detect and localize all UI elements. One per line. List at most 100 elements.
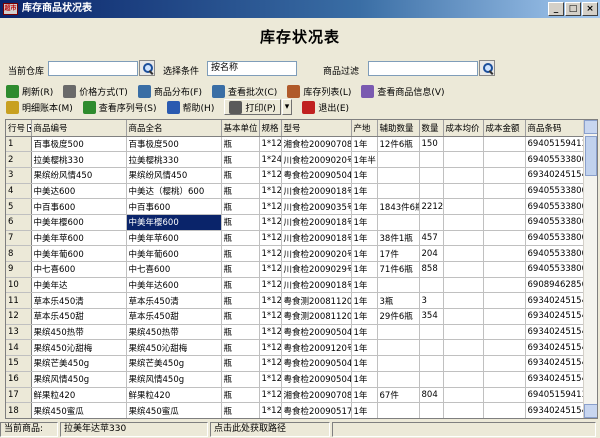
table-cell[interactable]: 38件1瓶 xyxy=(377,230,420,247)
table-cell[interactable]: 果缤纷风情450 xyxy=(31,167,127,184)
table-cell[interactable]: 1*12 xyxy=(259,183,282,200)
row-selector-icon[interactable] xyxy=(27,124,31,133)
table-cell[interactable]: 6940553380048 xyxy=(525,230,585,247)
table-cell[interactable]: 果缤芒美450g xyxy=(126,355,222,372)
table-cell[interactable]: 6940553380062 xyxy=(525,261,585,278)
table-cell[interactable]: 1年 xyxy=(351,230,378,247)
table-cell[interactable] xyxy=(443,214,484,231)
table-row[interactable]: 8 中美年葡600 中美年葡600 瓶 1*12 川食检2009020号 1年 17件 204 6… xyxy=(6,245,585,262)
maximize-button[interactable]: □ xyxy=(565,2,581,16)
table-cell[interactable]: 6940553380031 xyxy=(525,214,585,231)
table-cell[interactable] xyxy=(483,151,526,168)
table-cell[interactable]: 草本乐450甜 xyxy=(31,308,127,325)
table-row[interactable]: 13果缤450热带果缤450热带瓶1*12粤食检20090504号1年69340… xyxy=(6,324,585,341)
table-cell[interactable]: 1*12 xyxy=(259,198,282,215)
table-cell[interactable]: 川食检2009018号 xyxy=(281,277,352,294)
table-cell[interactable] xyxy=(377,167,420,184)
scroll-thumb[interactable] xyxy=(585,136,597,176)
table-cell[interactable]: 1*12 xyxy=(259,136,282,153)
scroll-up-icon[interactable] xyxy=(584,120,597,134)
table-cell[interactable]: 1*12 xyxy=(259,339,282,357)
table-cell[interactable]: 川食检2009020号 xyxy=(281,151,352,168)
table-cell[interactable]: 71件6瓶 xyxy=(377,261,420,278)
table-cell[interactable]: 6940553380002 xyxy=(525,151,585,168)
table-cell[interactable] xyxy=(419,324,444,341)
table-row[interactable]: 14 果缤450沁甜梅 果缤450沁甜梅瓶 1*12 粤食检2009120号 1年 6934… xyxy=(6,339,585,357)
table-cell[interactable] xyxy=(377,402,420,418)
table-cell[interactable]: 29件6瓶 xyxy=(377,308,420,325)
column-header[interactable]: 规格 xyxy=(259,120,282,137)
table-cell[interactable]: 拉美樱桃330 xyxy=(31,151,127,168)
table-cell[interactable] xyxy=(483,214,526,231)
table-cell[interactable] xyxy=(483,230,526,247)
table-cell[interactable] xyxy=(443,167,484,184)
table-cell[interactable]: 瓶 xyxy=(221,277,260,294)
list-button[interactable]: 库存列表(L) xyxy=(287,83,351,99)
table-cell[interactable] xyxy=(419,167,444,184)
table-cell[interactable]: 中美达600 xyxy=(31,183,127,200)
table-cell[interactable] xyxy=(443,371,484,388)
table-cell[interactable]: 1年 xyxy=(351,198,378,215)
table-cell[interactable]: 中美达（樱桃）600 xyxy=(126,183,222,200)
table-cell[interactable]: 中七喜600 xyxy=(31,261,127,278)
table-cell[interactable]: 1年 xyxy=(351,245,378,262)
table-cell[interactable] xyxy=(443,230,484,247)
print-button[interactable]: 打印(P) xyxy=(224,99,281,115)
table-cell[interactable]: 中美年樱600 xyxy=(126,214,222,231)
table-cell[interactable] xyxy=(483,292,526,310)
table-cell[interactable]: 1*12 xyxy=(259,292,282,310)
table-row[interactable]: 9 中七喜600 中七喜600 瓶 1*12 川食检2009029号 1年 71件6瓶 858 6… xyxy=(6,261,585,278)
table-row[interactable]: 5中百事600中百事600瓶1*12川食检2009035号1年1843件6瓶22… xyxy=(6,198,585,215)
table-cell[interactable] xyxy=(419,339,444,357)
table-cell[interactable]: 果缤450蜜瓜 xyxy=(126,402,222,418)
table-row[interactable]: 12草本乐450甜草本乐450甜瓶1*12粤食测20081120号1年29件6瓶… xyxy=(6,308,585,325)
table-cell[interactable]: 瓶 xyxy=(221,308,260,325)
table-cell[interactable]: 湘食检20090708号 xyxy=(281,387,352,404)
table-cell[interactable]: 川食检2009018号 xyxy=(281,230,352,247)
table-cell[interactable]: 瓶 xyxy=(221,261,260,278)
table-cell[interactable]: 中美年樱600 xyxy=(31,214,127,231)
table-cell[interactable]: 1*12 xyxy=(259,371,282,388)
table-cell[interactable]: 草本乐450清 xyxy=(31,292,127,310)
table-cell[interactable]: 瓶 xyxy=(221,245,260,262)
table-cell[interactable]: 瓶 xyxy=(221,355,260,372)
column-header[interactable]: 产地 xyxy=(351,120,378,137)
table-cell[interactable] xyxy=(419,214,444,231)
inventory-grid[interactable]: 行号 商品编号 商品全名 基本单位 规格 型号 产地 辅助数量 数量 成本均价 成本金额 商品条码 1… xyxy=(5,119,598,419)
table-cell[interactable]: 1年 xyxy=(351,355,378,372)
table-row[interactable]: 2 拉美樱桃330 拉美樱桃330 瓶 1*24 川食检2009020号 1年半 694055… xyxy=(6,151,585,168)
table-cell[interactable]: 鲜果粒420 xyxy=(31,387,127,404)
table-cell[interactable]: 瓶 xyxy=(221,387,260,404)
exit-button[interactable]: 退出(E) xyxy=(302,99,349,115)
table-cell[interactable]: 1年 xyxy=(351,402,378,418)
table-row[interactable]: 17鲜果粒420鲜果粒420瓶1*12湘食检20090708号1年67件8046… xyxy=(6,387,585,404)
table-cell[interactable] xyxy=(443,245,484,262)
table-cell[interactable]: 1*12 xyxy=(259,324,282,341)
table-cell[interactable]: 1年 xyxy=(351,371,378,388)
table-cell[interactable]: 1年 xyxy=(351,183,378,200)
ledger-button[interactable]: 明细账本(M) xyxy=(6,99,73,115)
table-cell[interactable]: 1年 xyxy=(351,324,378,341)
table-cell[interactable] xyxy=(419,355,444,372)
table-cell[interactable] xyxy=(443,324,484,341)
table-cell[interactable] xyxy=(443,339,484,357)
table-cell[interactable]: 6940553380055 xyxy=(525,245,585,262)
table-cell[interactable] xyxy=(377,214,420,231)
table-cell[interactable]: 6934024515463 xyxy=(525,371,585,388)
table-cell[interactable]: 瓶 xyxy=(221,339,260,357)
print-dropdown-button[interactable]: ▾ xyxy=(281,99,293,115)
table-cell[interactable] xyxy=(443,277,484,294)
table-cell[interactable]: 瓶 xyxy=(221,402,260,418)
table-cell[interactable] xyxy=(443,261,484,278)
table-cell[interactable]: 1*12 xyxy=(259,402,282,418)
table-cell[interactable]: 中百事600 xyxy=(31,198,127,215)
table-cell[interactable] xyxy=(377,151,420,168)
table-row[interactable]: 3果缤纷风情450果缤纷风情450瓶1*12粤食检20090504号1年6934… xyxy=(6,167,585,184)
table-cell[interactable]: 1年 xyxy=(351,339,378,357)
table-cell[interactable]: 中美年苹600 xyxy=(126,230,222,247)
table-cell[interactable]: 中美年葡600 xyxy=(31,245,127,262)
table-cell[interactable]: 瓶 xyxy=(221,198,260,215)
table-cell[interactable] xyxy=(419,402,444,418)
table-cell[interactable]: 粤食检2009120号 xyxy=(281,339,352,357)
table-cell[interactable]: 1年 xyxy=(351,136,378,153)
